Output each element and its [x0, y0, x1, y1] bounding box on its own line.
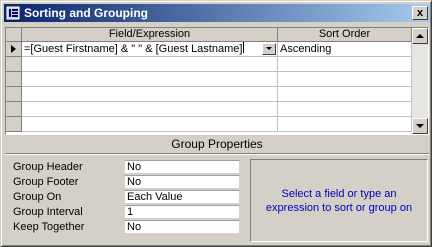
- row-selector[interactable]: [6, 117, 22, 132]
- field-expression-cell[interactable]: [22, 117, 278, 132]
- arrow-up-icon: [416, 34, 424, 38]
- row-selector[interactable]: [6, 57, 22, 72]
- grid-row: [6, 72, 412, 87]
- field-expression-cell[interactable]: [22, 102, 278, 117]
- sorting-grouping-icon: [6, 6, 20, 20]
- sort-group-grid: Field/Expression Sort Order =[Guest Firs…: [5, 27, 429, 135]
- row-selector[interactable]: [6, 87, 22, 102]
- header-corner: [6, 28, 22, 42]
- field-expression-value: =[Guest Firstname] & " " & [Guest Lastna…: [24, 43, 243, 55]
- group-footer-field[interactable]: No: [124, 175, 240, 189]
- group-interval-label: Group Interval: [13, 206, 83, 218]
- field-expression-cell[interactable]: [22, 87, 278, 102]
- row-pointer-icon: [11, 45, 16, 53]
- arrow-down-icon: [416, 124, 424, 128]
- sort-order-cell[interactable]: [278, 87, 412, 102]
- sorting-grouping-window: Sorting and Grouping x Field/Expression …: [0, 0, 432, 247]
- row-selector[interactable]: [6, 42, 22, 57]
- window-title: Sorting and Grouping: [24, 6, 148, 20]
- field-expression-cell[interactable]: [22, 57, 278, 72]
- close-button[interactable]: x: [412, 6, 428, 20]
- group-on-label: Group On: [13, 191, 62, 203]
- group-footer-label: Group Footer: [13, 176, 79, 188]
- sort-order-cell[interactable]: [278, 72, 412, 87]
- close-icon: x: [416, 7, 424, 19]
- divider: [5, 153, 429, 155]
- grid-row: [6, 117, 412, 132]
- vertical-scrollbar[interactable]: [412, 28, 428, 134]
- field-dropdown-button[interactable]: [262, 43, 276, 55]
- keep-together-field[interactable]: No: [124, 220, 240, 234]
- group-properties-title: Group Properties: [171, 137, 263, 151]
- group-on-field[interactable]: Each Value: [124, 190, 240, 204]
- group-interval-field[interactable]: 1: [124, 205, 240, 219]
- scroll-up-button[interactable]: [412, 28, 428, 44]
- field-expression-cell[interactable]: =[Guest Firstname] & " " & [Guest Lastna…: [22, 42, 278, 57]
- grid-row: [6, 57, 412, 72]
- title-bar[interactable]: Sorting and Grouping x: [4, 4, 430, 22]
- text-cursor: [243, 42, 245, 53]
- column-header-field[interactable]: Field/Expression: [22, 28, 278, 42]
- hint-box: Select a field or type an expression to …: [250, 159, 428, 242]
- field-expression-cell[interactable]: [22, 72, 278, 87]
- sort-order-cell[interactable]: [278, 102, 412, 117]
- hint-text: Select a field or type an expression to …: [265, 187, 413, 214]
- keep-together-label: Keep Together: [13, 221, 85, 233]
- column-header-sort-order[interactable]: Sort Order: [278, 28, 412, 42]
- scroll-down-button[interactable]: [412, 118, 428, 134]
- sort-order-cell[interactable]: [278, 117, 412, 132]
- group-header-label: Group Header: [13, 161, 83, 173]
- group-header-field[interactable]: No: [124, 160, 240, 174]
- row-selector[interactable]: [6, 72, 22, 87]
- grid-row: =[Guest Firstname] & " " & [Guest Lastna…: [6, 42, 412, 57]
- grid-row: [6, 87, 412, 102]
- sort-order-cell[interactable]: Ascending: [278, 42, 412, 57]
- chevron-down-icon: [266, 47, 272, 50]
- sort-order-cell[interactable]: [278, 57, 412, 72]
- grid-row: [6, 102, 412, 117]
- row-selector[interactable]: [6, 102, 22, 117]
